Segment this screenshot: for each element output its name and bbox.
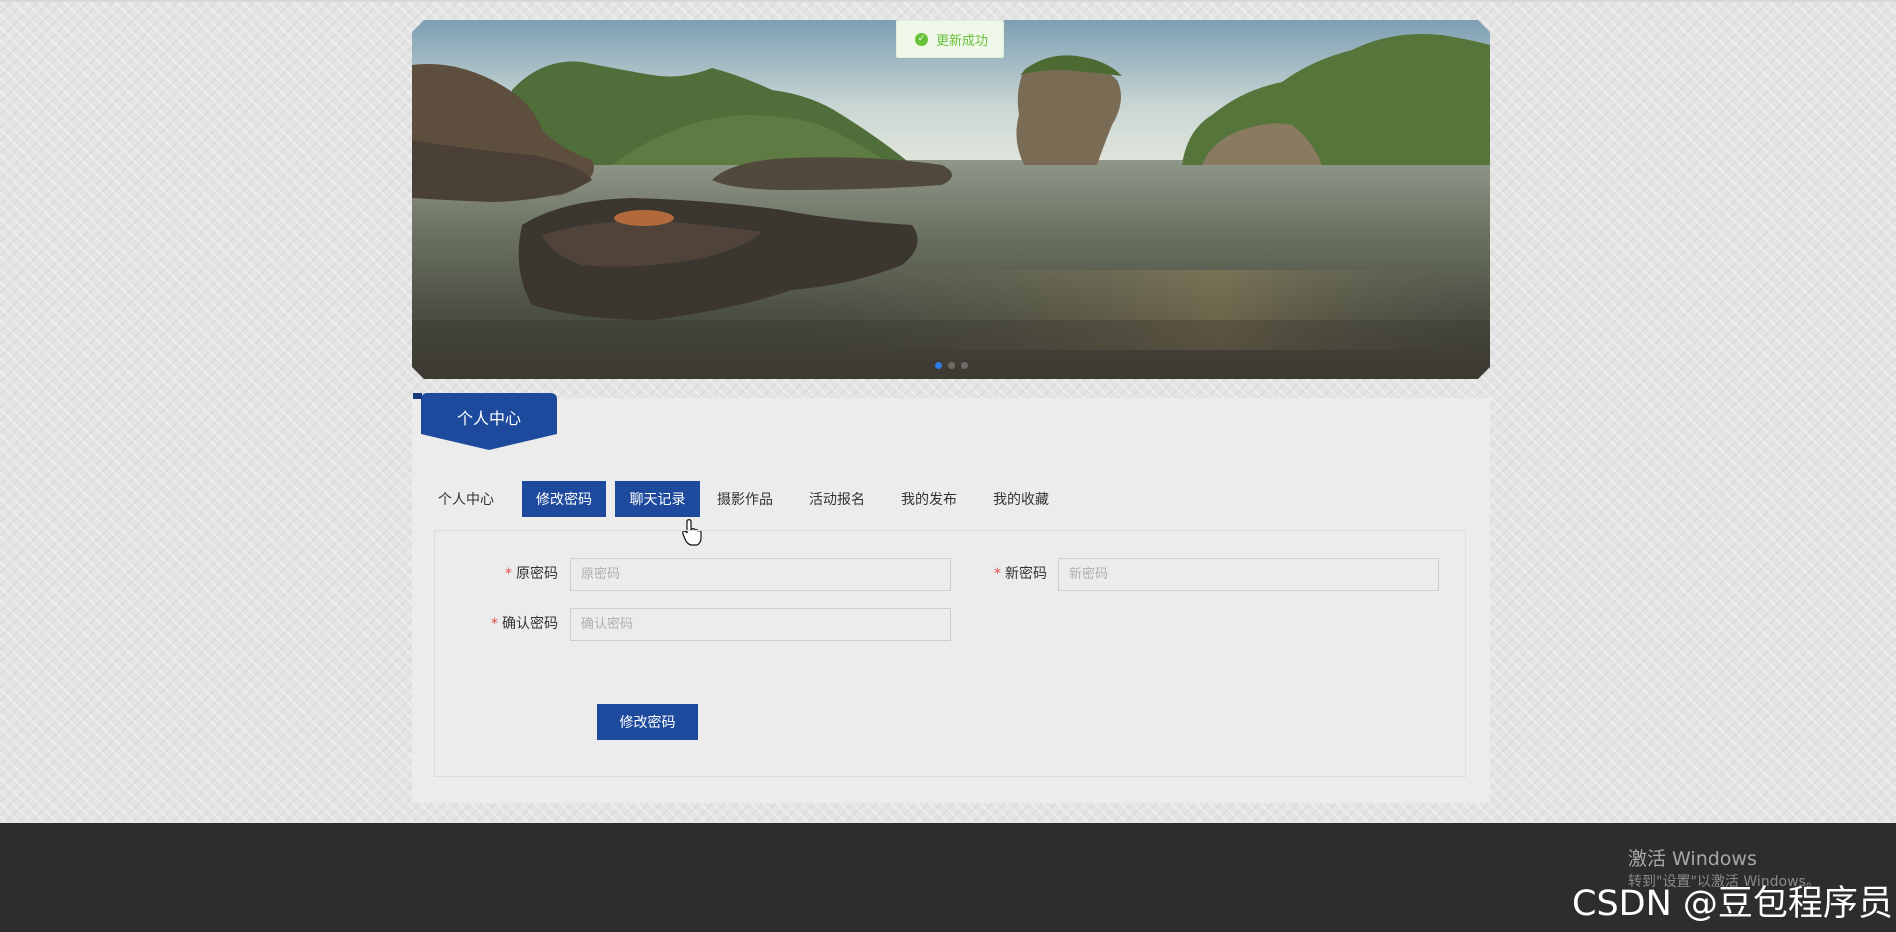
change-password-button[interactable]: 修改密码 <box>597 704 698 740</box>
toast-message: 更新成功 <box>936 33 989 49</box>
csdn-watermark: CSDN @豆包程序员 <box>1572 884 1893 924</box>
tab-personal-center[interactable]: 个人中心 <box>428 481 504 517</box>
panel-title: 个人中心 <box>456 409 521 428</box>
confirm-password-input[interactable] <box>570 608 951 641</box>
old-password-label: * 原密码 <box>505 566 558 582</box>
title-ribbon-fold <box>413 393 422 399</box>
new-password-input[interactable] <box>1058 558 1439 591</box>
top-border <box>0 0 1896 2</box>
windows-activation-title: 激活 Windows <box>1628 848 1757 870</box>
tab-my-posts[interactable]: 我的发布 <box>891 481 967 517</box>
old-password-input[interactable] <box>570 558 951 591</box>
carousel-dot[interactable] <box>961 362 968 369</box>
banner-carousel[interactable] <box>412 20 1490 379</box>
new-password-label: * 新密码 <box>994 566 1047 582</box>
tab-photography-works[interactable]: 摄影作品 <box>707 481 783 517</box>
tab-bar: 个人中心 修改密码 聊天记录 摄影作品 活动报名 我的发布 我的收藏 <box>428 481 1059 517</box>
tab-my-favorites[interactable]: 我的收藏 <box>983 481 1059 517</box>
tab-event-registration[interactable]: 活动报名 <box>799 481 875 517</box>
carousel-dot[interactable] <box>948 362 955 369</box>
success-toast: ✓ 更新成功 <box>896 20 1004 58</box>
tab-chat-history[interactable]: 聊天记录 <box>615 481 700 517</box>
tab-change-password[interactable]: 修改密码 <box>522 481 606 517</box>
confirm-password-label: * 确认密码 <box>491 616 558 632</box>
carousel-dot-active[interactable] <box>935 362 942 369</box>
carousel-indicators <box>412 362 1490 369</box>
check-circle-icon: ✓ <box>915 32 928 46</box>
banner-image <box>412 20 1490 379</box>
